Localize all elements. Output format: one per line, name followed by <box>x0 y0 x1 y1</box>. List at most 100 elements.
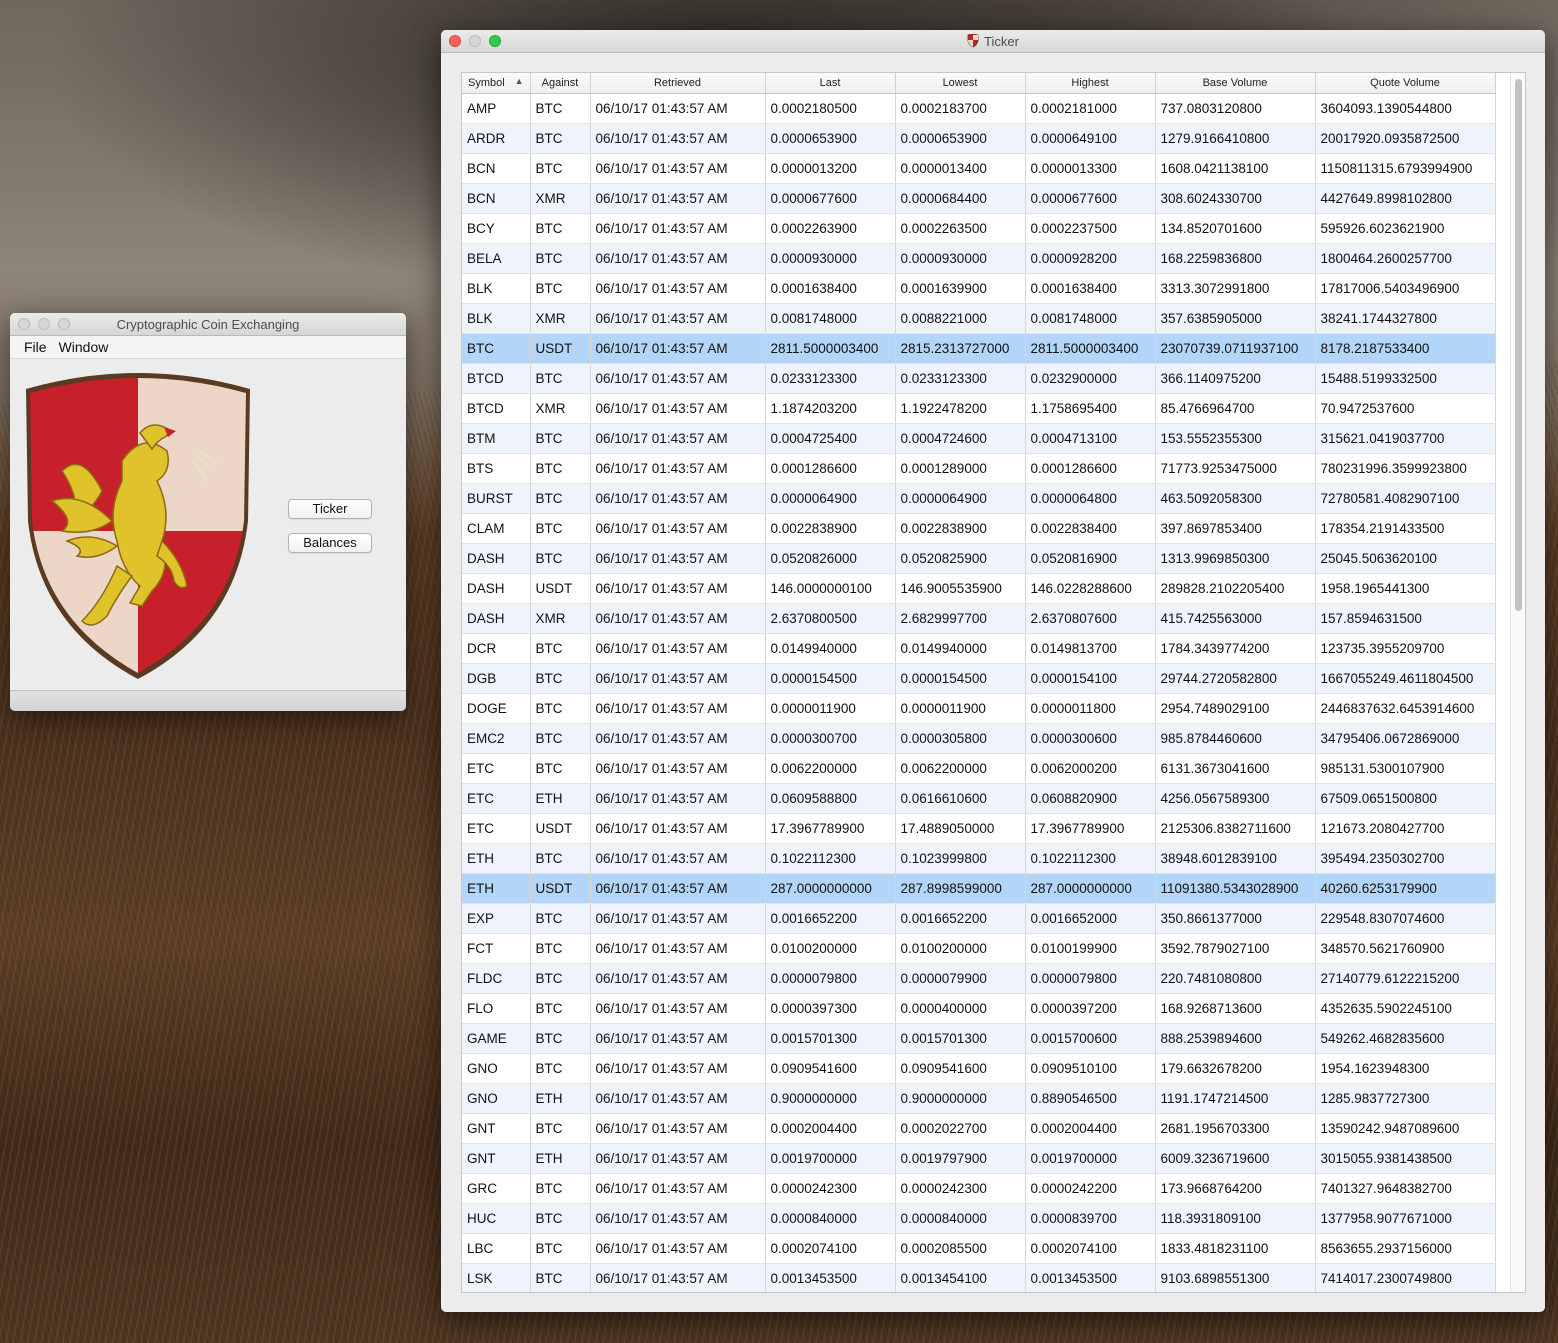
table-row[interactable]: BTM BTC 06/10/17 01:43:57 AM 0.0004725400 0.… <box>462 423 1496 454</box>
table-row[interactable]: ETC ETH 06/10/17 01:43:57 AM 0.0609588800 0.… <box>462 783 1496 814</box>
ticker-button[interactable]: Ticker <box>288 499 372 519</box>
cell-base-volume: 289828.2102205400 <box>1155 573 1316 604</box>
cell-quote-volume: 1667055249.4611804500 <box>1315 663 1496 694</box>
balances-button[interactable]: Balances <box>288 533 372 553</box>
cell-highest: 2.6370807600 <box>1025 603 1156 634</box>
table-row[interactable]: ETH USDT 06/10/17 01:43:57 AM 287.000000000… <box>462 873 1496 904</box>
cell-highest: 0.0909510100 <box>1025 1053 1156 1084</box>
cell-against: BTC <box>530 1233 591 1264</box>
table-row[interactable]: BCN BTC 06/10/17 01:43:57 AM 0.0000013200 0.… <box>462 153 1496 184</box>
scrollbar-thumb[interactable] <box>1515 79 1522 611</box>
cell-highest: 2811.5000003400 <box>1025 333 1156 364</box>
table-row[interactable]: FLO BTC 06/10/17 01:43:57 AM 0.0000397300 0.… <box>462 993 1496 1024</box>
column-header-quote-volume[interactable]: Quote Volume <box>1315 73 1496 94</box>
column-header-base-volume[interactable]: Base Volume <box>1155 73 1316 94</box>
table-row[interactable]: BURST BTC 06/10/17 01:43:57 AM 0.0000064900… <box>462 483 1496 514</box>
zoom-window-button[interactable] <box>58 318 70 330</box>
table-row[interactable]: GNT BTC 06/10/17 01:43:57 AM 0.0002004400 0.… <box>462 1113 1496 1144</box>
cell-base-volume: 350.8661377000 <box>1155 903 1316 934</box>
table-row[interactable]: ARDR BTC 06/10/17 01:43:57 AM 0.0000653900 0… <box>462 123 1496 154</box>
table-row[interactable]: GNT ETH 06/10/17 01:43:57 AM 0.0019700000 0.… <box>462 1143 1496 1174</box>
table-row[interactable]: BTS BTC 06/10/17 01:43:57 AM 0.0001286600 0.… <box>462 453 1496 484</box>
cell-symbol: BCN <box>462 183 531 214</box>
table-row[interactable]: LBC BTC 06/10/17 01:43:57 AM 0.0002074100 0.… <box>462 1233 1496 1264</box>
table-row[interactable]: GAME BTC 06/10/17 01:43:57 AM 0.0015701300 0… <box>462 1023 1496 1054</box>
table-row[interactable]: BELA BTC 06/10/17 01:43:57 AM 0.0000930000 0… <box>462 243 1496 274</box>
table-row[interactable]: DASH BTC 06/10/17 01:43:57 AM 0.0520826000 0… <box>462 543 1496 574</box>
cell-highest: 0.0004713100 <box>1025 423 1156 454</box>
column-header-highest[interactable]: Highest <box>1025 73 1156 94</box>
table-row[interactable]: DASH XMR 06/10/17 01:43:57 AM 2.6370800500 2… <box>462 603 1496 634</box>
cell-against: BTC <box>530 1263 591 1292</box>
table-row[interactable]: ETC BTC 06/10/17 01:43:57 AM 0.0062200000 0.… <box>462 753 1496 784</box>
cell-quote-volume: 595926.6023621900 <box>1315 213 1496 244</box>
cell-against: BTC <box>530 843 591 874</box>
table-row[interactable]: HUC BTC 06/10/17 01:43:57 AM 0.0000840000 0.… <box>462 1203 1496 1234</box>
vertical-scrollbar[interactable] <box>1510 73 1525 1292</box>
menu-window[interactable]: Window <box>59 339 109 355</box>
table-row[interactable]: BCY BTC 06/10/17 01:43:57 AM 0.0002263900 0.… <box>462 213 1496 244</box>
cell-retrieved: 06/10/17 01:43:57 AM <box>590 663 766 694</box>
table-row[interactable]: DASH USDT 06/10/17 01:43:57 AM 146.00000001… <box>462 573 1496 604</box>
cell-last: 0.0149940000 <box>765 633 896 664</box>
ticker-table: Symbol ▲ Against Retrieved Last Lowest H… <box>462 73 1496 1292</box>
zoom-window-button[interactable] <box>489 35 501 47</box>
cell-symbol: DGB <box>462 663 531 694</box>
table-row[interactable]: CLAM BTC 06/10/17 01:43:57 AM 0.0022838900 0… <box>462 513 1496 544</box>
table-row[interactable]: AMP BTC 06/10/17 01:43:57 AM 0.0002180500 0.… <box>462 93 1496 124</box>
table-row[interactable]: BCN XMR 06/10/17 01:43:57 AM 0.0000677600 0.… <box>462 183 1496 214</box>
table-row[interactable]: FCT BTC 06/10/17 01:43:57 AM 0.0100200000 0.… <box>462 933 1496 964</box>
cell-retrieved: 06/10/17 01:43:57 AM <box>590 1053 766 1084</box>
cell-against: BTC <box>530 1053 591 1084</box>
cell-lowest: 0.0002263500 <box>895 213 1026 244</box>
cell-symbol: EMC2 <box>462 723 531 754</box>
table-row[interactable]: ETC USDT 06/10/17 01:43:57 AM 17.3967789900… <box>462 813 1496 844</box>
cell-quote-volume: 2446837632.6453914600 <box>1315 693 1496 724</box>
table-row[interactable]: EMC2 BTC 06/10/17 01:43:57 AM 0.0000300700 0… <box>462 723 1496 754</box>
minimize-window-button[interactable] <box>38 318 50 330</box>
ticker-window-titlebar[interactable]: Ticker <box>441 30 1545 53</box>
cell-base-volume: 4256.0567589300 <box>1155 783 1316 814</box>
cell-against: BTC <box>530 963 591 994</box>
cell-last: 0.0520826000 <box>765 543 896 574</box>
table-row[interactable]: FLDC BTC 06/10/17 01:43:57 AM 0.0000079800 0… <box>462 963 1496 994</box>
table-row[interactable]: EXP BTC 06/10/17 01:43:57 AM 0.0016652200 0.… <box>462 903 1496 934</box>
table-row[interactable]: DGB BTC 06/10/17 01:43:57 AM 0.0000154500 0.… <box>462 663 1496 694</box>
table-row[interactable]: BLK XMR 06/10/17 01:43:57 AM 0.0081748000 0.… <box>462 303 1496 334</box>
column-header-symbol[interactable]: Symbol ▲ <box>462 73 531 94</box>
menu-file[interactable]: File <box>24 339 47 355</box>
main-window-titlebar[interactable]: Cryptographic Coin Exchanging <box>10 313 406 336</box>
cell-symbol: LSK <box>462 1263 531 1292</box>
column-header-lowest[interactable]: Lowest <box>895 73 1026 94</box>
cell-retrieved: 06/10/17 01:43:57 AM <box>590 693 766 724</box>
column-header-against[interactable]: Against <box>530 73 591 94</box>
cell-highest: 0.0081748000 <box>1025 303 1156 334</box>
column-header-last[interactable]: Last <box>765 73 896 94</box>
table-row[interactable]: GNO ETH 06/10/17 01:43:57 AM 0.9000000000 0.… <box>462 1083 1496 1114</box>
table-row[interactable]: BTC USDT 06/10/17 01:43:57 AM 2811.50000034… <box>462 333 1496 364</box>
table-row[interactable]: DOGE BTC 06/10/17 01:43:57 AM 0.0000011900 0… <box>462 693 1496 724</box>
table-row[interactable]: LSK BTC 06/10/17 01:43:57 AM 0.0013453500 0.… <box>462 1263 1496 1292</box>
table-row[interactable]: DCR BTC 06/10/17 01:43:57 AM 0.0149940000 0.… <box>462 633 1496 664</box>
cell-against: BTC <box>530 453 591 484</box>
cell-last: 287.0000000000 <box>765 873 896 904</box>
close-window-button[interactable] <box>18 318 30 330</box>
ticker-table-container: Symbol ▲ Against Retrieved Last Lowest H… <box>461 72 1526 1293</box>
close-window-button[interactable] <box>449 35 461 47</box>
cell-retrieved: 06/10/17 01:43:57 AM <box>590 903 766 934</box>
cell-against: BTC <box>530 1113 591 1144</box>
cell-retrieved: 06/10/17 01:43:57 AM <box>590 963 766 994</box>
cell-last: 0.0000011900 <box>765 693 896 724</box>
table-row[interactable]: ETH BTC 06/10/17 01:43:57 AM 0.1022112300 0.… <box>462 843 1496 874</box>
cell-symbol: FLO <box>462 993 531 1024</box>
minimize-window-button[interactable] <box>469 35 481 47</box>
table-row[interactable]: GRC BTC 06/10/17 01:43:57 AM 0.0000242300 0.… <box>462 1173 1496 1204</box>
column-header-retrieved[interactable]: Retrieved <box>590 73 766 94</box>
table-row[interactable]: BLK BTC 06/10/17 01:43:57 AM 0.0001638400 0.… <box>462 273 1496 304</box>
cell-base-volume: 1833.4818231100 <box>1155 1233 1316 1264</box>
cell-quote-volume: 1800464.2600257700 <box>1315 243 1496 274</box>
table-row[interactable]: BTCD BTC 06/10/17 01:43:57 AM 0.0233123300 0… <box>462 363 1496 394</box>
table-row[interactable]: BTCD XMR 06/10/17 01:43:57 AM 1.1874203200 1… <box>462 393 1496 424</box>
table-row[interactable]: GNO BTC 06/10/17 01:43:57 AM 0.0909541600 0.… <box>462 1053 1496 1084</box>
cell-base-volume: 2954.7489029100 <box>1155 693 1316 724</box>
